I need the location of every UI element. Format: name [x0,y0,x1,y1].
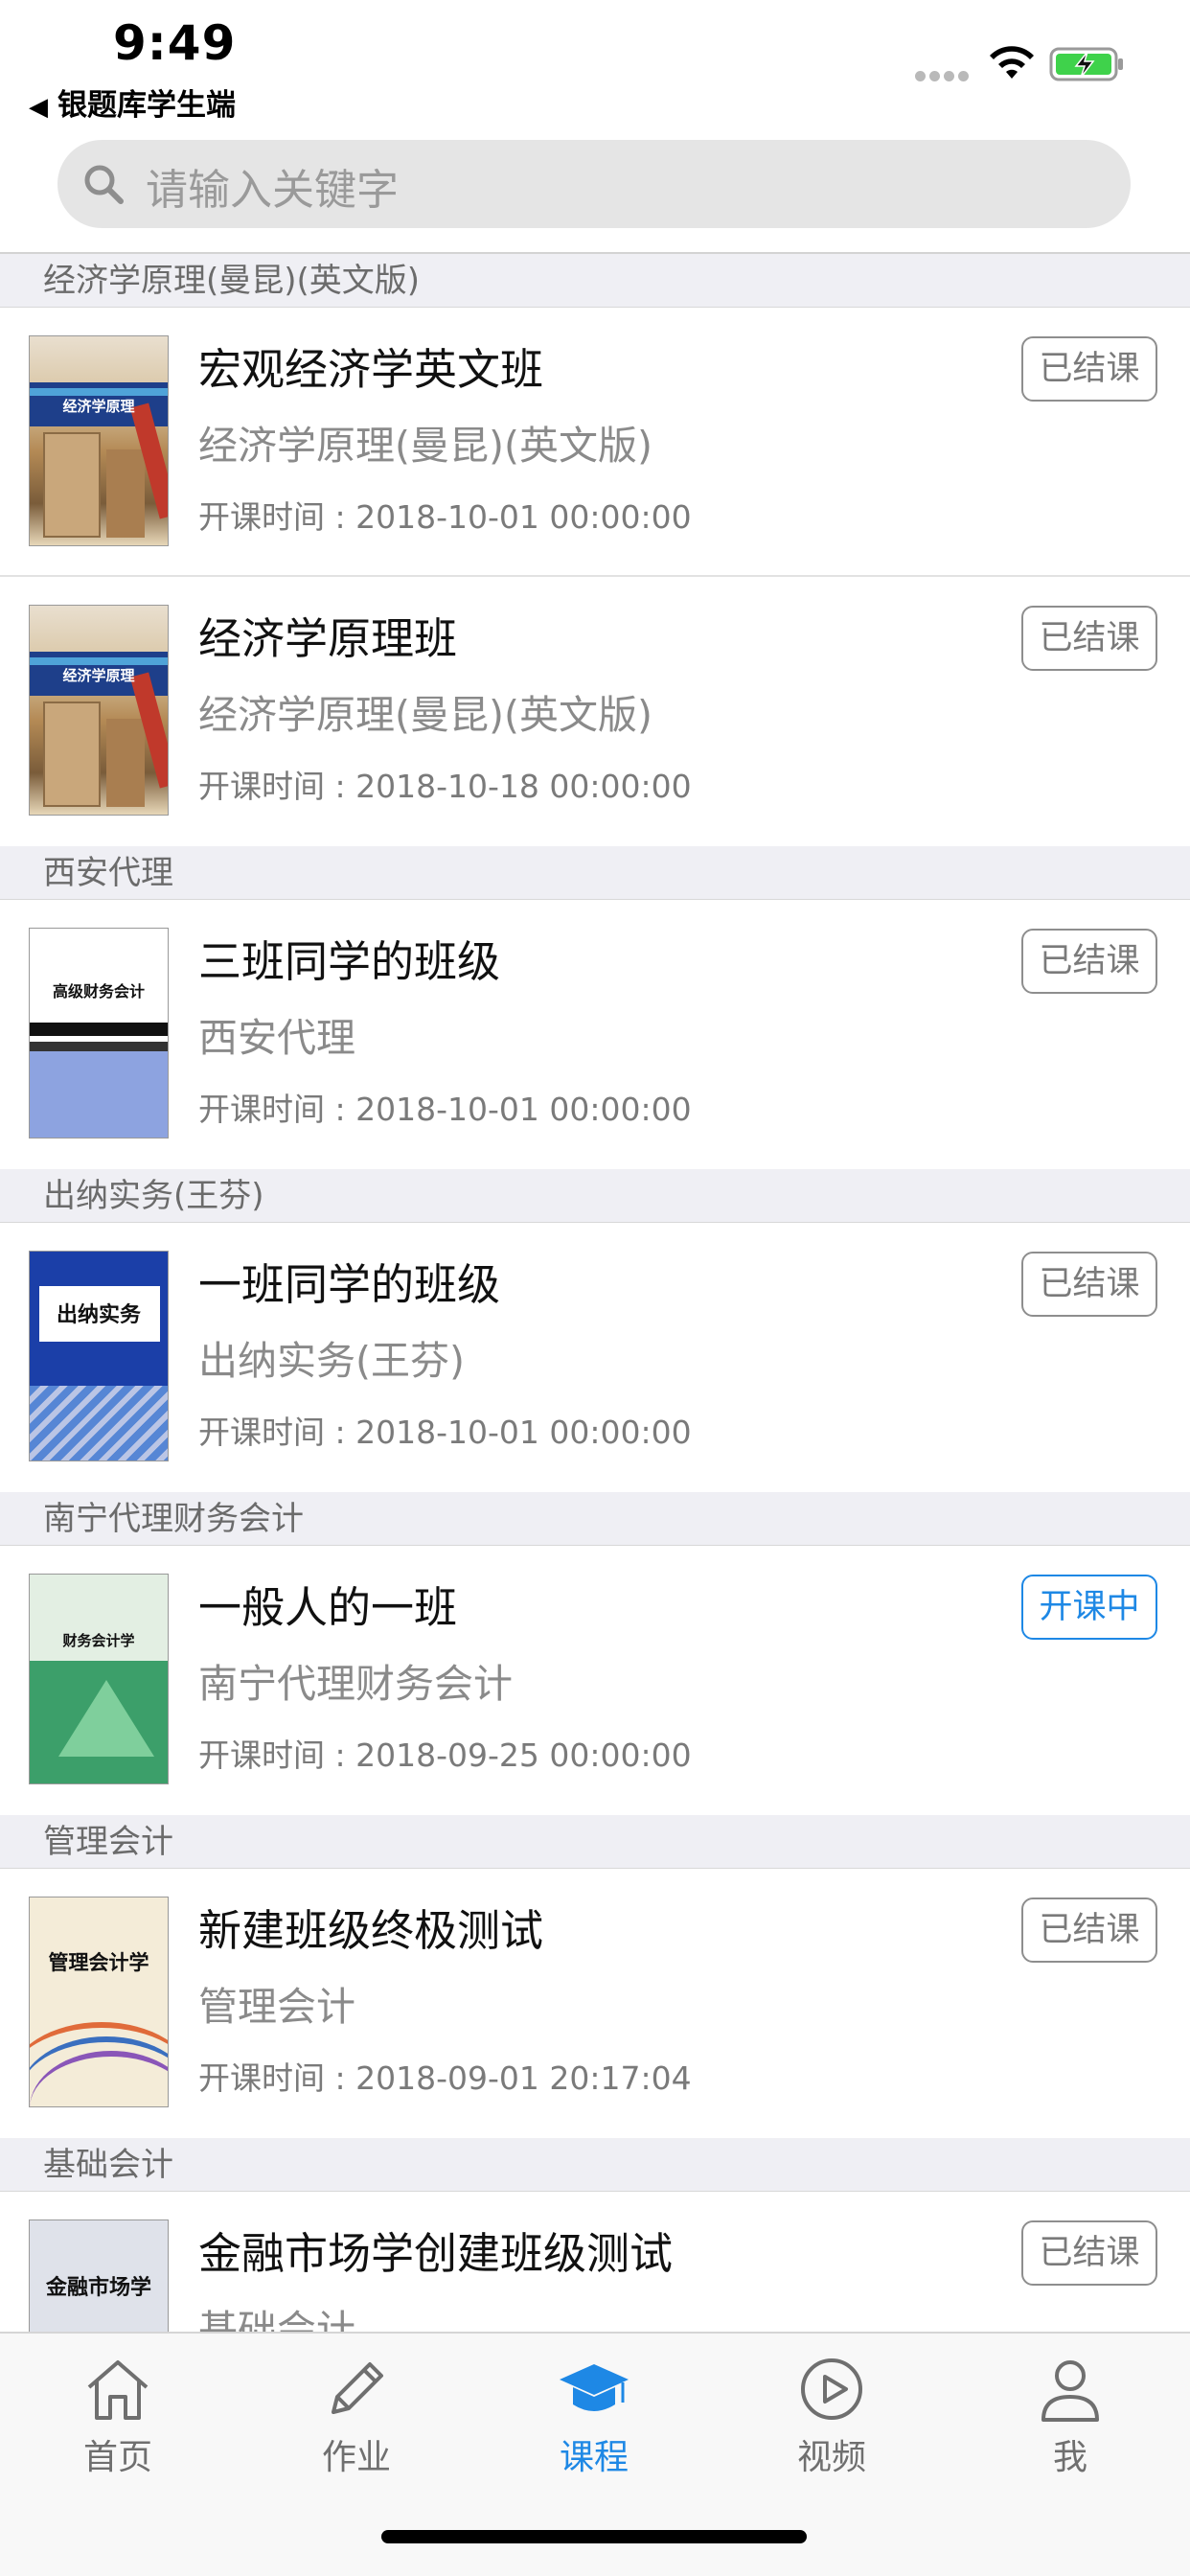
course-title: 宏观经济学英文班 [198,344,544,395]
status-badge: 开课中 [1021,1575,1157,1640]
financial-market-book-cover: 金融市场学 [29,2220,169,2332]
management-accounting-book-cover: 管理会计学 [29,1897,169,2107]
course-item[interactable]: 管理会计学 新建班级终极测试 管理会计 开课时间 : 2018-09-01 20… [0,1869,1190,2138]
play-circle-icon [801,2358,862,2420]
cover-title: 出纳实务 [56,1302,141,1327]
tab-label: 首页 [82,2438,152,2477]
group-header: 出纳实务(王芬) [0,1169,1190,1223]
course-item[interactable]: 财务会计学 一般人的一班 南宁代理财务会计 开课时间 : 2018-09-25 … [0,1546,1190,1815]
course-item[interactable]: 出纳实务 一班同学的班级 出纳实务(王芬) 开课时间 : 2018-10-01 … [0,1223,1190,1492]
group-header: 西安代理 [0,846,1190,900]
status-badge: 已结课 [1021,1252,1157,1317]
graduation-cap-icon [560,2364,629,2411]
course-title: 一班同学的班级 [198,1259,501,1310]
course-list[interactable]: 经济学原理(曼昆)(英文版) 经济学原理 宏观经济学英文班 经济学原理(曼昆)(… [0,252,1190,2332]
course-start-time: 开课时间 : 2018-10-01 00:00:00 [198,498,692,536]
search-input[interactable]: 请输入关键字 [57,140,1131,228]
course-start-time: 开课时间 : 2018-09-25 00:00:00 [198,1736,692,1774]
economics-book-cover: 经济学原理 [29,335,169,546]
course-title: 金融市场学创建班级测试 [198,2228,674,2279]
cellular-signal-icon [915,67,973,85]
course-subject: 出纳实务(王芬) [198,1338,465,1384]
cover-title: 高级财务会计 [52,982,145,1000]
tab-video[interactable]: 视频 [755,2353,908,2479]
home-icon [87,2360,149,2420]
course-subject: 西安代理 [198,1015,355,1061]
status-badge: 已结课 [1021,929,1157,994]
course-subject: 南宁代理财务会计 [198,1661,513,1707]
wifi-icon [990,46,1034,79]
group-header: 管理会计 [0,1815,1190,1869]
group-header: 基础会计 [0,2138,1190,2192]
tab-label: 作业 [321,2438,391,2477]
tab-courses[interactable]: 课程 [517,2353,671,2479]
course-item[interactable]: 经济学原理 宏观经济学英文班 经济学原理(曼昆)(英文版) 开课时间 : 201… [0,308,1190,577]
tab-label: 视频 [796,2438,866,2477]
search-icon [84,165,124,204]
course-title: 经济学原理班 [198,613,458,664]
back-to-app-link[interactable]: ◀ 银题库学生端 [29,80,236,124]
tab-me[interactable]: 我 [994,2353,1147,2479]
course-item[interactable]: 经济学原理 经济学原理班 经济学原理(曼昆)(英文版) 开课时间 : 2018-… [0,577,1190,846]
status-badge: 已结课 [1021,336,1157,402]
course-item[interactable]: 金融市场学 金融市场学创建班级测试 基础会计 已结课 [0,2192,1190,2332]
course-title: 一般人的一班 [198,1582,458,1633]
tab-home[interactable]: 首页 [41,2353,195,2479]
battery-charging-icon [1049,47,1123,81]
back-triangle-icon: ◀ [29,93,48,122]
person-icon [1041,2360,1099,2422]
course-start-time: 开课时间 : 2018-10-01 00:00:00 [198,1414,692,1451]
back-app-label: 银题库学生端 [57,88,236,123]
tab-label: 课程 [559,2438,629,2477]
status-bar: 9:49 ◀ 银题库学生端 [0,0,1190,134]
course-subject: 基础会计 [198,2307,355,2332]
cashier-book-cover: 出纳实务 [29,1251,169,1461]
cover-title: 财务会计学 [62,1632,135,1649]
cover-title: 经济学原理 [62,667,135,684]
course-subject: 管理会计 [198,1984,355,2030]
home-indicator[interactable] [381,2530,807,2543]
status-badge: 已结课 [1021,1898,1157,1963]
course-title: 三班同学的班级 [198,936,501,987]
course-start-time: 开课时间 : 2018-10-01 00:00:00 [198,1091,692,1128]
financial-accounting-book-cover: 财务会计学 [29,1574,169,1784]
course-title: 新建班级终极测试 [198,1905,544,1956]
cover-title: 经济学原理 [62,398,135,415]
advanced-accounting-book-cover: 高级财务会计 [29,928,169,1138]
course-subject: 经济学原理(曼昆)(英文版) [198,423,652,469]
course-subject: 经济学原理(曼昆)(英文版) [198,692,652,738]
course-item[interactable]: 高级财务会计 三班同学的班级 西安代理 开课时间 : 2018-10-01 00… [0,900,1190,1169]
course-start-time: 开课时间 : 2018-10-18 00:00:00 [198,768,692,805]
status-time: 9:49 [113,15,237,71]
cover-title: 管理会计学 [48,1950,149,1974]
tab-homework[interactable]: 作业 [280,2353,433,2479]
cover-title: 金融市场学 [45,2275,151,2300]
group-header: 南宁代理财务会计 [0,1492,1190,1546]
group-header: 经济学原理(曼昆)(英文版) [0,254,1190,308]
search-placeholder: 请输入关键字 [146,166,399,215]
course-start-time: 开课时间 : 2018-09-01 20:17:04 [198,2059,692,2097]
status-badge: 已结课 [1021,2220,1157,2286]
tab-label: 我 [1052,2438,1087,2477]
pencil-icon [332,2362,383,2414]
status-badge: 已结课 [1021,606,1157,671]
economics-book-cover: 经济学原理 [29,605,169,816]
